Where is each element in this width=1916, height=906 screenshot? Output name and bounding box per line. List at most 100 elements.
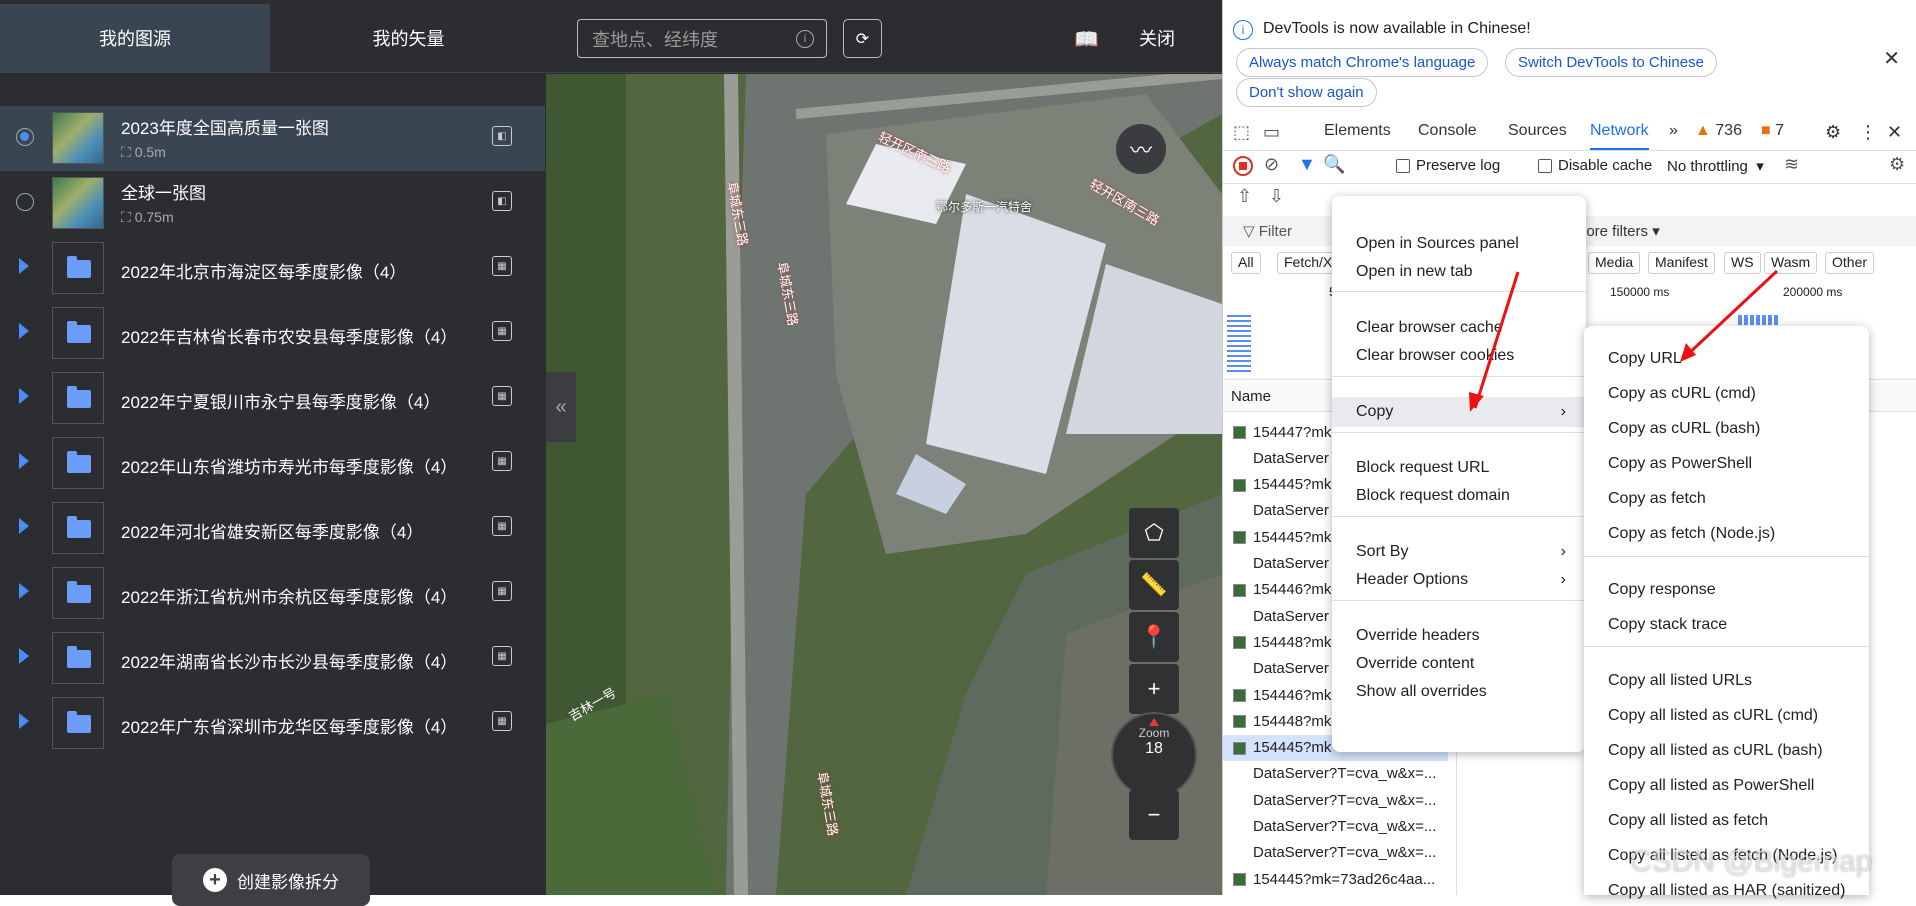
- switch-chinese-button[interactable]: Switch DevTools to Chinese: [1505, 48, 1717, 77]
- network-settings-icon[interactable]: ⚙: [1889, 154, 1905, 175]
- menu-item[interactable]: Sort By ›: [1332, 537, 1586, 567]
- preserve-log-checkbox[interactable]: Preserve log: [1396, 157, 1500, 174]
- folder-item[interactable]: 2022年北京市海淀区每季度影像（4） ▦: [0, 236, 545, 301]
- menu-item[interactable]: Block request URL: [1332, 453, 1586, 483]
- filter-input[interactable]: ▽ Filter: [1243, 222, 1292, 240]
- menu-item[interactable]: Header Options ›: [1332, 565, 1586, 595]
- table-row[interactable]: DataServer?T=cva_w&x=...: [1223, 787, 1448, 813]
- tab-sources[interactable]: Sources: [1508, 122, 1567, 140]
- location-icon[interactable]: 📍: [1129, 612, 1179, 662]
- create-split-button[interactable]: + 创建影像拆分: [172, 854, 370, 906]
- more-tabs-icon[interactable]: »: [1669, 122, 1678, 140]
- close-devtools-icon[interactable]: ✕: [1887, 122, 1902, 143]
- draw-polygon-icon[interactable]: ⬠: [1129, 508, 1179, 558]
- type-all[interactable]: All: [1231, 252, 1261, 274]
- clear-icon[interactable]: ⊘: [1264, 154, 1279, 175]
- folder-item[interactable]: 2022年宁夏银川市永宁县每季度影像（4） ▦: [0, 366, 545, 431]
- device-icon[interactable]: ▭: [1263, 122, 1280, 143]
- tab-elements[interactable]: Elements: [1324, 122, 1391, 140]
- throttling-select[interactable]: No throttling ▾: [1667, 157, 1764, 175]
- more-menu-icon[interactable]: ⋮: [1859, 122, 1877, 143]
- expand-arrow-icon[interactable]: [19, 518, 29, 534]
- compare-icon[interactable]: ◧: [492, 191, 512, 211]
- menu-item[interactable]: Copy response: [1584, 575, 1869, 605]
- menu-item[interactable]: Override content: [1332, 649, 1586, 679]
- inspect-icon[interactable]: ⬚: [1233, 122, 1250, 143]
- filter-icon[interactable]: ▼: [1298, 154, 1316, 175]
- menu-item[interactable]: Copy all listed as fetch: [1584, 806, 1869, 836]
- menu-item[interactable]: Clear browser cache: [1332, 313, 1586, 343]
- disable-cache-checkbox[interactable]: Disable cache: [1538, 157, 1652, 174]
- download-icon[interactable]: ⇩: [1269, 186, 1284, 207]
- pulse-icon[interactable]: 〰: [1116, 124, 1166, 174]
- upload-icon[interactable]: ⇧: [1237, 186, 1252, 207]
- menu-item[interactable]: Open in new tab: [1332, 257, 1586, 287]
- table-row[interactable]: DataServer?T=cva_w&x=...: [1223, 814, 1448, 840]
- menu-item[interactable]: Copy all listed as cURL (cmd): [1584, 701, 1869, 731]
- expand-arrow-icon[interactable]: [19, 583, 29, 599]
- menu-item[interactable]: Copy as fetch: [1584, 484, 1869, 514]
- menu-item[interactable]: Show all overrides: [1332, 677, 1586, 707]
- ruler-icon[interactable]: 📏: [1129, 560, 1179, 610]
- menu-item[interactable]: Copy all listed as PowerShell: [1584, 771, 1869, 801]
- zoom-in-button[interactable]: +: [1129, 664, 1179, 714]
- more-filters-dropdown[interactable]: lore filters ▾: [1583, 222, 1660, 240]
- column-name-header[interactable]: Name: [1231, 388, 1271, 405]
- expand-arrow-icon[interactable]: [19, 648, 29, 664]
- list-item[interactable]: 2023年度全国高质量一张图 ⛶ 0.5m ◧: [0, 106, 545, 171]
- search-icon[interactable]: 🔍: [1323, 154, 1345, 175]
- record-icon[interactable]: [1233, 156, 1253, 176]
- split-icon[interactable]: ▦: [492, 451, 512, 471]
- expand-arrow-icon[interactable]: [19, 323, 29, 339]
- menu-item[interactable]: Copy all listed URLs: [1584, 666, 1869, 696]
- radio-button[interactable]: [16, 128, 34, 146]
- book-icon[interactable]: 📖: [1074, 27, 1099, 51]
- expand-arrow-icon[interactable]: [19, 453, 29, 469]
- type-media[interactable]: Media: [1588, 252, 1641, 274]
- menu-item[interactable]: Copy as cURL (cmd): [1584, 379, 1869, 409]
- warning-badge[interactable]: ▲ 736: [1695, 122, 1742, 140]
- tab-network[interactable]: Network: [1590, 122, 1649, 150]
- expand-arrow-icon[interactable]: [19, 388, 29, 404]
- dont-show-button[interactable]: Don't show again: [1236, 78, 1377, 107]
- split-icon[interactable]: ▦: [492, 646, 512, 666]
- split-icon[interactable]: ▦: [492, 711, 512, 731]
- menu-item[interactable]: Copy URL: [1584, 344, 1869, 374]
- type-ws[interactable]: WS: [1724, 252, 1761, 274]
- list-item[interactable]: 全球一张图 ⛶ 0.75m ◧: [0, 171, 545, 236]
- tab-my-vector[interactable]: 我的矢量: [271, 4, 546, 72]
- menu-item[interactable]: Copy as cURL (bash): [1584, 414, 1869, 444]
- split-icon[interactable]: ▦: [492, 516, 512, 536]
- menu-item[interactable]: Copy stack trace: [1584, 610, 1869, 640]
- folder-item[interactable]: 2022年湖南省长沙市长沙县每季度影像（4） ▦: [0, 626, 545, 691]
- menu-item[interactable]: Copy ›: [1332, 397, 1586, 427]
- menu-item[interactable]: Copy all listed as HAR (sanitized): [1584, 876, 1869, 906]
- menu-item[interactable]: Clear browser cookies: [1332, 341, 1586, 371]
- split-icon[interactable]: ▦: [492, 581, 512, 601]
- folder-item[interactable]: 2022年河北省雄安新区每季度影像（4） ▦: [0, 496, 545, 561]
- search-input[interactable]: 查地点、经纬度 i: [577, 19, 827, 58]
- match-language-button[interactable]: Always match Chrome's language: [1236, 48, 1489, 77]
- expand-arrow-icon[interactable]: [19, 258, 29, 274]
- wifi-icon[interactable]: ≋: [1784, 154, 1799, 175]
- table-row[interactable]: 154445?mk=73ad26c4aa...: [1223, 866, 1448, 892]
- table-row[interactable]: DataServer?T=cva_w&x=...: [1223, 761, 1448, 787]
- split-icon[interactable]: ▦: [492, 386, 512, 406]
- menu-item[interactable]: Copy as fetch (Node.js): [1584, 519, 1869, 549]
- tab-my-imagery[interactable]: 我的图源: [0, 4, 270, 72]
- collapse-panel-button[interactable]: «: [546, 372, 576, 442]
- type-manifest[interactable]: Manifest: [1648, 252, 1715, 274]
- compare-icon[interactable]: ◧: [492, 126, 512, 146]
- menu-item[interactable]: Copy all listed as cURL (bash): [1584, 736, 1869, 766]
- radio-button[interactable]: [16, 193, 34, 211]
- zoom-out-button[interactable]: −: [1129, 790, 1179, 840]
- refresh-button[interactable]: ⟳: [843, 19, 882, 58]
- info-icon[interactable]: i: [796, 30, 814, 48]
- settings-icon[interactable]: ⚙: [1825, 122, 1841, 143]
- expand-arrow-icon[interactable]: [19, 713, 29, 729]
- menu-item[interactable]: Override headers: [1332, 621, 1586, 651]
- folder-item[interactable]: 2022年山东省潍坊市寿光市每季度影像（4） ▦: [0, 431, 545, 496]
- error-badge[interactable]: ■ 7: [1761, 122, 1784, 140]
- close-icon[interactable]: ✕: [1883, 46, 1900, 71]
- menu-item[interactable]: Copy as PowerShell: [1584, 449, 1869, 479]
